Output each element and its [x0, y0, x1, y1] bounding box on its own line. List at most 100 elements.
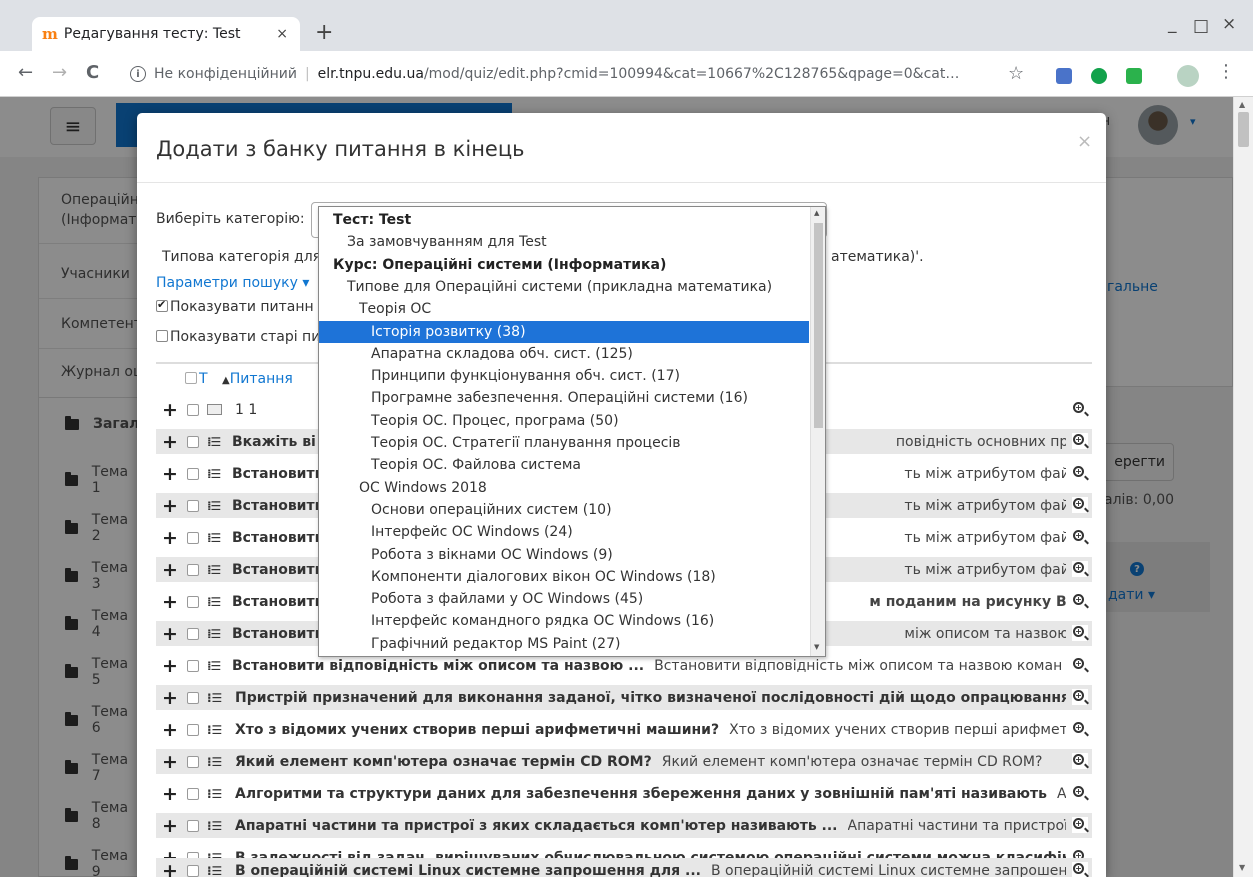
dropdown-option[interactable]: Теорія ОС. Процес, програма (50) [319, 410, 809, 432]
scroll-up-arrow-icon[interactable]: ▲ [1239, 100, 1245, 109]
question-checkbox[interactable] [187, 723, 199, 736]
add-question-icon[interactable]: + [162, 432, 178, 451]
preview-zoom-icon[interactable]: + [1072, 465, 1088, 481]
modal-header: Додати з банку питання в кінець × [137, 113, 1106, 183]
question-checkbox[interactable] [187, 864, 199, 877]
dropdown-option[interactable]: Типове для Операційні системи (прикладна… [319, 276, 809, 298]
category-dropdown-list[interactable]: Тест: Test За замовчуванням для Test Курс:… [318, 206, 826, 657]
question-checkbox[interactable] [187, 531, 199, 544]
back-arrow-icon[interactable]: ← [18, 62, 33, 83]
preview-zoom-icon[interactable]: + [1072, 689, 1088, 705]
dropdown-option[interactable]: Теорія ОС. Файлова система [319, 454, 809, 476]
select-all-checkbox[interactable] [185, 372, 197, 384]
question-checkbox[interactable] [187, 499, 199, 512]
multichoice-type-icon: ⁝☰ [207, 818, 223, 833]
dropdown-option[interactable]: Інтерфейс командного рядка ОС Windows (1… [319, 610, 809, 632]
dropdown-scroll-down-icon[interactable]: ▼ [814, 643, 819, 651]
bookmark-star-icon[interactable]: ☆ [1008, 63, 1024, 84]
scroll-down-arrow-icon[interactable]: ▼ [1239, 863, 1245, 872]
image-extension-icon[interactable] [1126, 68, 1142, 84]
dropdown-option[interactable]: Теорія ОС [319, 298, 809, 320]
question-checkbox[interactable] [187, 563, 199, 576]
dropdown-option[interactable]: Робота з файлами у ОС Windows (45) [319, 588, 809, 610]
dropdown-option[interactable]: Принципи функціонування обч. сист. (17) [319, 365, 809, 387]
preview-zoom-icon[interactable]: + [1072, 721, 1088, 737]
window-close-icon[interactable]: × [1222, 14, 1236, 34]
preview-zoom-icon[interactable]: + [1072, 593, 1088, 609]
preview-zoom-icon[interactable]: + [1072, 862, 1088, 877]
add-question-icon[interactable]: + [162, 656, 178, 675]
preview-zoom-icon[interactable]: + [1072, 625, 1088, 641]
dropdown-option[interactable]: За замовчуванням для Test [319, 231, 809, 253]
dropdown-option[interactable]: ОС Windows 2018 [319, 477, 809, 499]
minimize-icon[interactable]: _ [1168, 14, 1177, 34]
green-extension-icon[interactable] [1091, 68, 1107, 84]
dropdown-scroll-up-icon[interactable]: ▲ [814, 209, 819, 217]
column-type[interactable]: Т [199, 371, 208, 387]
show-old-questions-option[interactable]: Показувати старі пи [156, 329, 320, 345]
preview-zoom-icon[interactable]: + [1072, 785, 1088, 801]
question-checkbox[interactable] [187, 595, 199, 608]
tab-close-icon[interactable]: × [276, 26, 288, 42]
add-question-icon[interactable]: + [162, 752, 178, 771]
question-checkbox[interactable] [187, 819, 199, 832]
preview-zoom-icon[interactable]: + [1072, 561, 1088, 577]
modal-close-icon[interactable]: × [1077, 131, 1092, 152]
add-question-icon[interactable]: + [162, 861, 178, 877]
add-question-icon[interactable]: + [162, 496, 178, 515]
profile-avatar-icon[interactable] [1177, 65, 1199, 87]
show-subcategories-checkbox[interactable] [156, 298, 168, 312]
reload-icon[interactable]: C [86, 62, 99, 83]
search-options-toggle[interactable]: Параметри пошуку ▾ [156, 275, 309, 291]
preview-zoom-icon[interactable]: + [1072, 817, 1088, 833]
add-question-icon[interactable]: + [162, 592, 178, 611]
dropdown-option[interactable]: Основи операційних систем (10) [319, 499, 809, 521]
page-scrollbar[interactable]: ▲ ▼ [1233, 97, 1253, 877]
add-question-icon[interactable]: + [162, 400, 178, 419]
dropdown-scroll-thumb[interactable] [814, 223, 823, 428]
dropdown-option[interactable]: Апаратна складова обч. сист. (125) [319, 343, 809, 365]
dropdown-scrollbar[interactable]: ▲ ▼ [810, 207, 825, 656]
preview-zoom-icon[interactable]: + [1072, 657, 1088, 673]
add-question-icon[interactable]: + [162, 464, 178, 483]
column-question-sort[interactable]: Питання [230, 371, 293, 387]
add-question-icon[interactable]: + [162, 560, 178, 579]
add-question-icon[interactable]: + [162, 720, 178, 739]
preview-zoom-icon[interactable]: + [1072, 529, 1088, 545]
add-question-icon[interactable]: + [162, 816, 178, 835]
browser-tab[interactable]: m Редагування тесту: Test × [32, 17, 300, 51]
show-subcategories-option[interactable]: Показувати питанн [156, 298, 314, 315]
question-checkbox[interactable] [187, 627, 199, 640]
dropdown-option[interactable]: Робота з вікнами ОС Windows (9) [319, 544, 809, 566]
browser-menu-icon[interactable]: ⋮ [1217, 61, 1235, 82]
question-checkbox[interactable] [187, 755, 199, 768]
question-checkbox[interactable] [187, 659, 199, 672]
add-question-icon[interactable]: + [162, 784, 178, 803]
translate-extension-icon[interactable] [1056, 68, 1072, 84]
dropdown-option[interactable]: Графічний редактор MS Paint (27) [319, 633, 809, 655]
address-bar[interactable]: i Не конфіденційний | elr.tnpu.edu.ua /m… [130, 58, 1050, 90]
dropdown-option[interactable]: Інтерфейс ОС Windows (24) [319, 521, 809, 543]
show-old-questions-checkbox[interactable] [156, 330, 168, 342]
new-tab-button[interactable]: + [315, 20, 333, 45]
question-checkbox[interactable] [187, 435, 199, 448]
page-scroll-thumb[interactable] [1238, 112, 1249, 147]
add-question-icon[interactable]: + [162, 528, 178, 547]
question-checkbox[interactable] [187, 787, 199, 800]
preview-zoom-icon[interactable]: + [1072, 753, 1088, 769]
question-checkbox[interactable] [187, 467, 199, 480]
question-checkbox[interactable] [187, 691, 199, 704]
dropdown-option[interactable]: Теорія ОС. Стратегії планування процесів [319, 432, 809, 454]
question-checkbox[interactable] [187, 403, 199, 416]
info-icon[interactable]: i [130, 66, 146, 82]
dropdown-option[interactable]: Компоненти діалогових вікон ОС Windows (… [319, 566, 809, 588]
dropdown-option[interactable]: Історія розвитку (38) [319, 320, 809, 343]
forward-arrow-icon[interactable]: → [52, 62, 67, 83]
preview-zoom-icon[interactable]: + [1072, 401, 1088, 417]
preview-zoom-icon[interactable]: + [1072, 497, 1088, 513]
maximize-icon[interactable]: □ [1193, 16, 1209, 36]
dropdown-option[interactable]: Програмне забезпечення. Операційні систе… [319, 387, 809, 409]
preview-zoom-icon[interactable]: + [1072, 433, 1088, 449]
add-question-icon[interactable]: + [162, 688, 178, 707]
add-question-icon[interactable]: + [162, 624, 178, 643]
